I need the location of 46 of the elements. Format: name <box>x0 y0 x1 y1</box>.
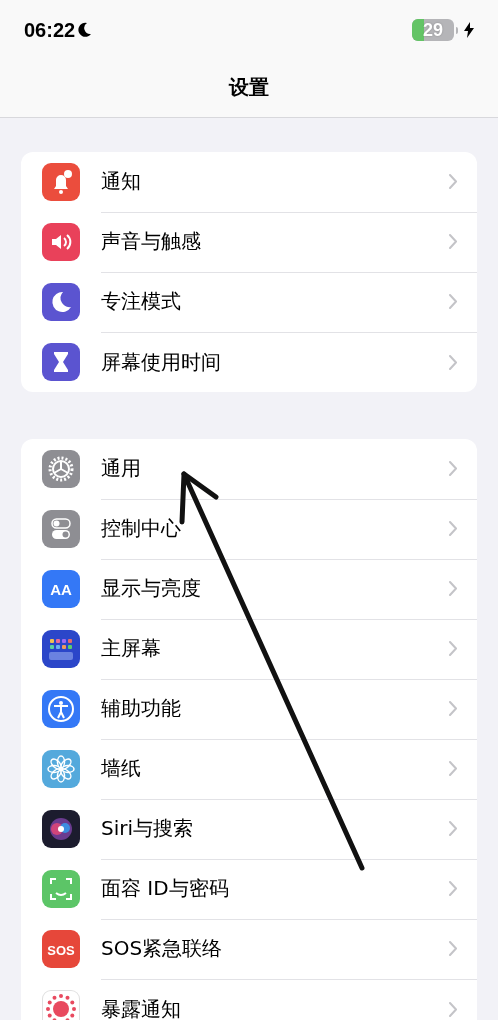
settings-row[interactable]: 辅助功能 <box>21 679 477 739</box>
settings-row[interactable]: 墙纸 <box>21 739 477 799</box>
settings-row[interactable]: 面容 ID与密码 <box>21 859 477 919</box>
chevron-icon <box>449 521 458 536</box>
row-label: 主屏幕 <box>101 635 162 662</box>
row-label: 暴露通知 <box>101 995 182 1020</box>
settings-row[interactable]: 声音与触感 <box>21 212 477 272</box>
row-label: 面容 ID与密码 <box>101 875 230 902</box>
chevron-icon <box>449 881 458 896</box>
chevron-icon <box>449 761 458 776</box>
settings-row[interactable]: 通知 <box>21 152 477 212</box>
row-label: 屏幕使用时间 <box>101 348 222 376</box>
row-label: 显示与亮度 <box>101 575 202 602</box>
settings-row[interactable]: 通用 <box>21 439 477 499</box>
row-label: 声音与触感 <box>101 228 202 255</box>
chevron-icon <box>449 174 458 189</box>
chevron-icon <box>449 641 458 656</box>
settings-row[interactable]: SOS SOS紧急联络 <box>21 919 477 979</box>
settings-row[interactable]: 暴露通知 <box>21 979 477 1020</box>
text-icon: AA <box>42 570 80 608</box>
row-label: 墙纸 <box>101 755 142 782</box>
settings-row[interactable]: Siri与搜索 <box>21 799 477 859</box>
chevron-icon <box>449 701 458 716</box>
settings-row[interactable]: 屏幕使用时间 <box>21 332 477 392</box>
chevron-icon <box>449 821 458 836</box>
settings-row[interactable]: 主屏幕 <box>21 619 477 679</box>
settings-row[interactable]: AA 显示与亮度 <box>21 559 477 619</box>
chevron-icon <box>449 461 458 476</box>
row-label: 辅助功能 <box>101 695 182 722</box>
status-time: 06:22 <box>24 18 76 42</box>
chevron-icon <box>449 354 458 370</box>
row-label: Siri与搜索 <box>101 815 195 842</box>
row-label: 通用 <box>101 455 142 482</box>
row-label: SOS紧急联络 <box>101 935 224 962</box>
chevron-icon <box>449 941 458 956</box>
text-icon: SOS <box>42 930 80 968</box>
row-label: 通知 <box>101 168 142 195</box>
row-label: 专注模式 <box>101 288 182 315</box>
settings-row[interactable]: 控制中心 <box>21 499 477 559</box>
chevron-icon <box>449 1001 458 1017</box>
chevron-icon <box>449 294 458 309</box>
chevron-icon <box>449 581 458 596</box>
row-label: 控制中心 <box>101 515 182 542</box>
page-title: 设置 <box>229 74 269 101</box>
chevron-icon <box>449 234 458 249</box>
settings-row[interactable]: 专注模式 <box>21 272 477 332</box>
